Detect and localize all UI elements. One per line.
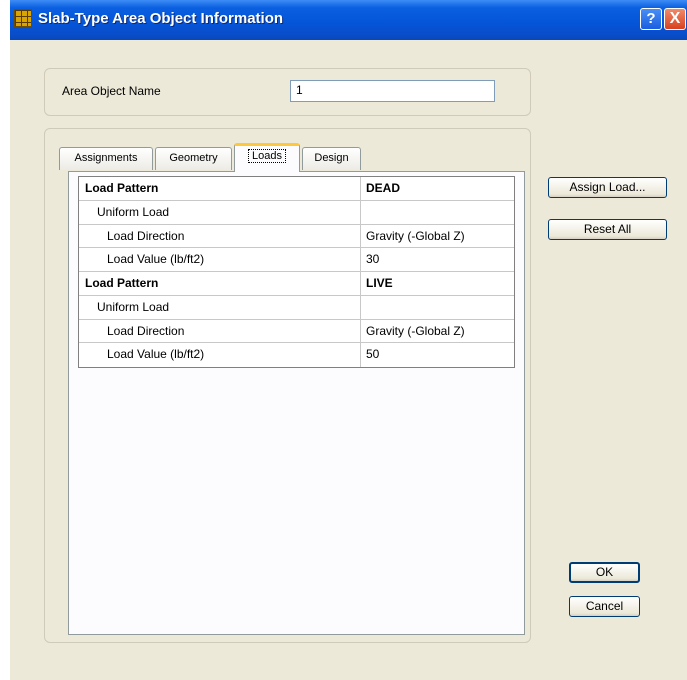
close-button[interactable]: X [664, 8, 686, 30]
tab-loads-label: Loads [248, 149, 286, 163]
table-row[interactable]: Uniform Load [79, 295, 514, 320]
row-item: Load Pattern [79, 177, 361, 200]
tab-geometry[interactable]: Geometry [155, 147, 232, 170]
table-row[interactable]: Load Direction Gravity (-Global Z) [79, 319, 514, 344]
row-value [361, 201, 514, 224]
table-row[interactable]: Load Pattern LIVE [79, 272, 514, 296]
dialog-window: Slab-Type Area Object Information ? X Ar… [10, 0, 687, 680]
loads-table[interactable]: Load Pattern DEAD Uniform Load Load Dire… [78, 176, 515, 368]
help-button[interactable]: ? [640, 8, 662, 30]
tab-loads[interactable]: Loads [234, 143, 300, 172]
row-value: DEAD [366, 181, 401, 195]
window-title: Slab-Type Area Object Information [38, 10, 284, 27]
table-row[interactable]: Load Direction Gravity (-Global Z) [79, 224, 514, 249]
assign-load-button[interactable]: Assign Load... [548, 177, 667, 198]
table-row[interactable]: Load Pattern DEAD [79, 177, 514, 201]
title-bar[interactable]: Slab-Type Area Object Information ? X [10, 0, 687, 40]
row-value: Gravity (-Global Z) [366, 323, 465, 338]
row-item: Load Value (lb/ft2) [79, 343, 361, 367]
table-row[interactable]: Uniform Load [79, 200, 514, 225]
ok-button[interactable]: OK [569, 562, 640, 583]
row-item: Load Direction [79, 224, 361, 248]
row-value: 50 [366, 347, 380, 362]
area-object-name-input[interactable]: 1 [290, 80, 495, 102]
row-value: Gravity (-Global Z) [366, 228, 465, 243]
area-object-name-label: Area Object Name [62, 84, 161, 98]
tab-assignments[interactable]: Assignments [59, 147, 153, 170]
row-value: LIVE [366, 276, 393, 290]
row-item: Uniform Load [79, 200, 361, 224]
row-item: Load Value (lb/ft2) [79, 248, 361, 271]
reset-all-button[interactable]: Reset All [548, 219, 667, 240]
row-item: Load Pattern [79, 272, 361, 295]
app-grid-icon [14, 9, 32, 27]
tab-design[interactable]: Design [302, 147, 361, 170]
row-item: Uniform Load [79, 295, 361, 319]
row-value [361, 296, 514, 319]
row-item: Load Direction [79, 319, 361, 343]
cancel-button[interactable]: Cancel [569, 596, 640, 617]
row-value: 30 [366, 252, 380, 267]
table-row[interactable]: Load Value (lb/ft2) 50 [79, 343, 514, 367]
table-row[interactable]: Load Value (lb/ft2) 30 [79, 248, 514, 272]
